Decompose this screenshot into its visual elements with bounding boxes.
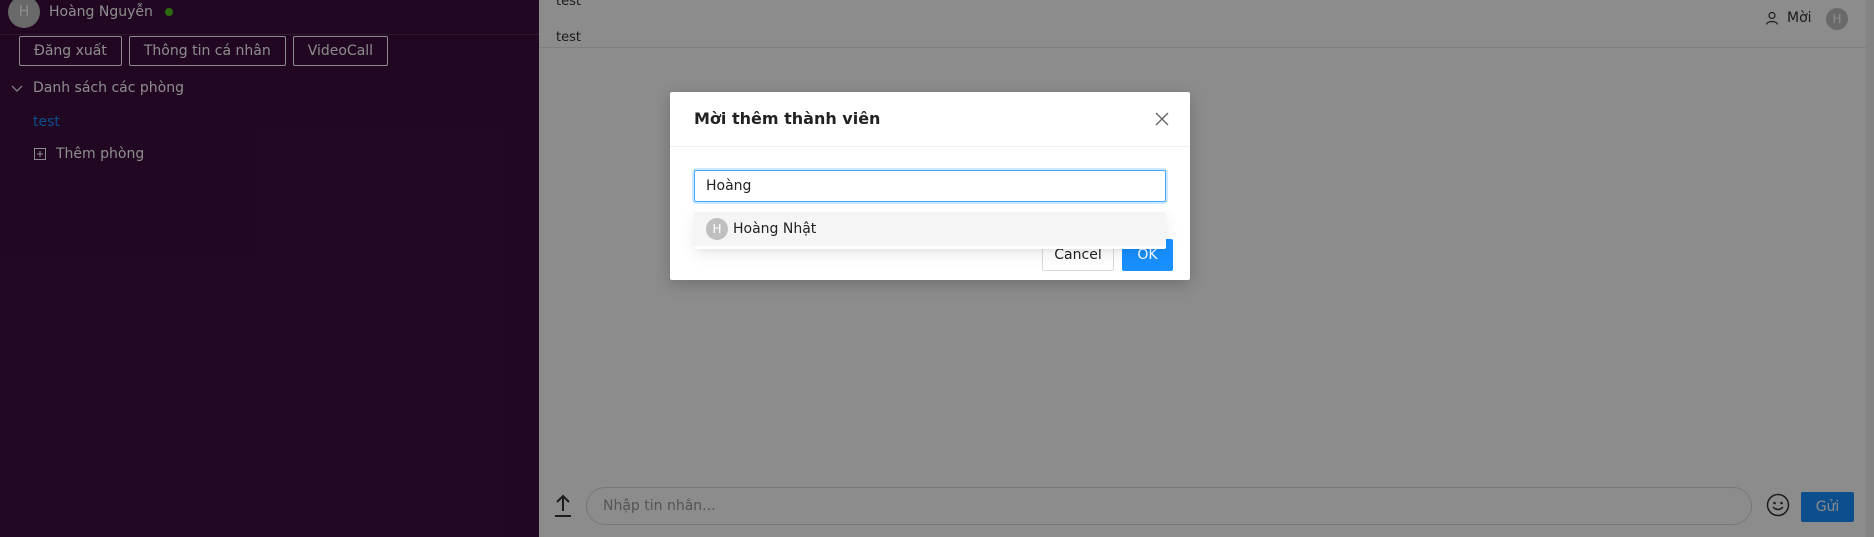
member-search-input[interactable] — [694, 170, 1166, 202]
close-icon[interactable] — [1154, 111, 1170, 127]
option-label: Hoàng Nhật — [733, 221, 817, 237]
suggestion-option[interactable]: H Hoàng Nhật — [694, 212, 1166, 246]
modal-header: Mời thêm thành viên — [670, 92, 1190, 147]
invite-member-modal: Mời thêm thành viên Cancel OK — [670, 92, 1190, 280]
modal-title: Mời thêm thành viên — [694, 109, 881, 128]
option-avatar: H — [706, 218, 728, 240]
member-suggestion-dropdown: H Hoàng Nhật — [694, 209, 1166, 249]
